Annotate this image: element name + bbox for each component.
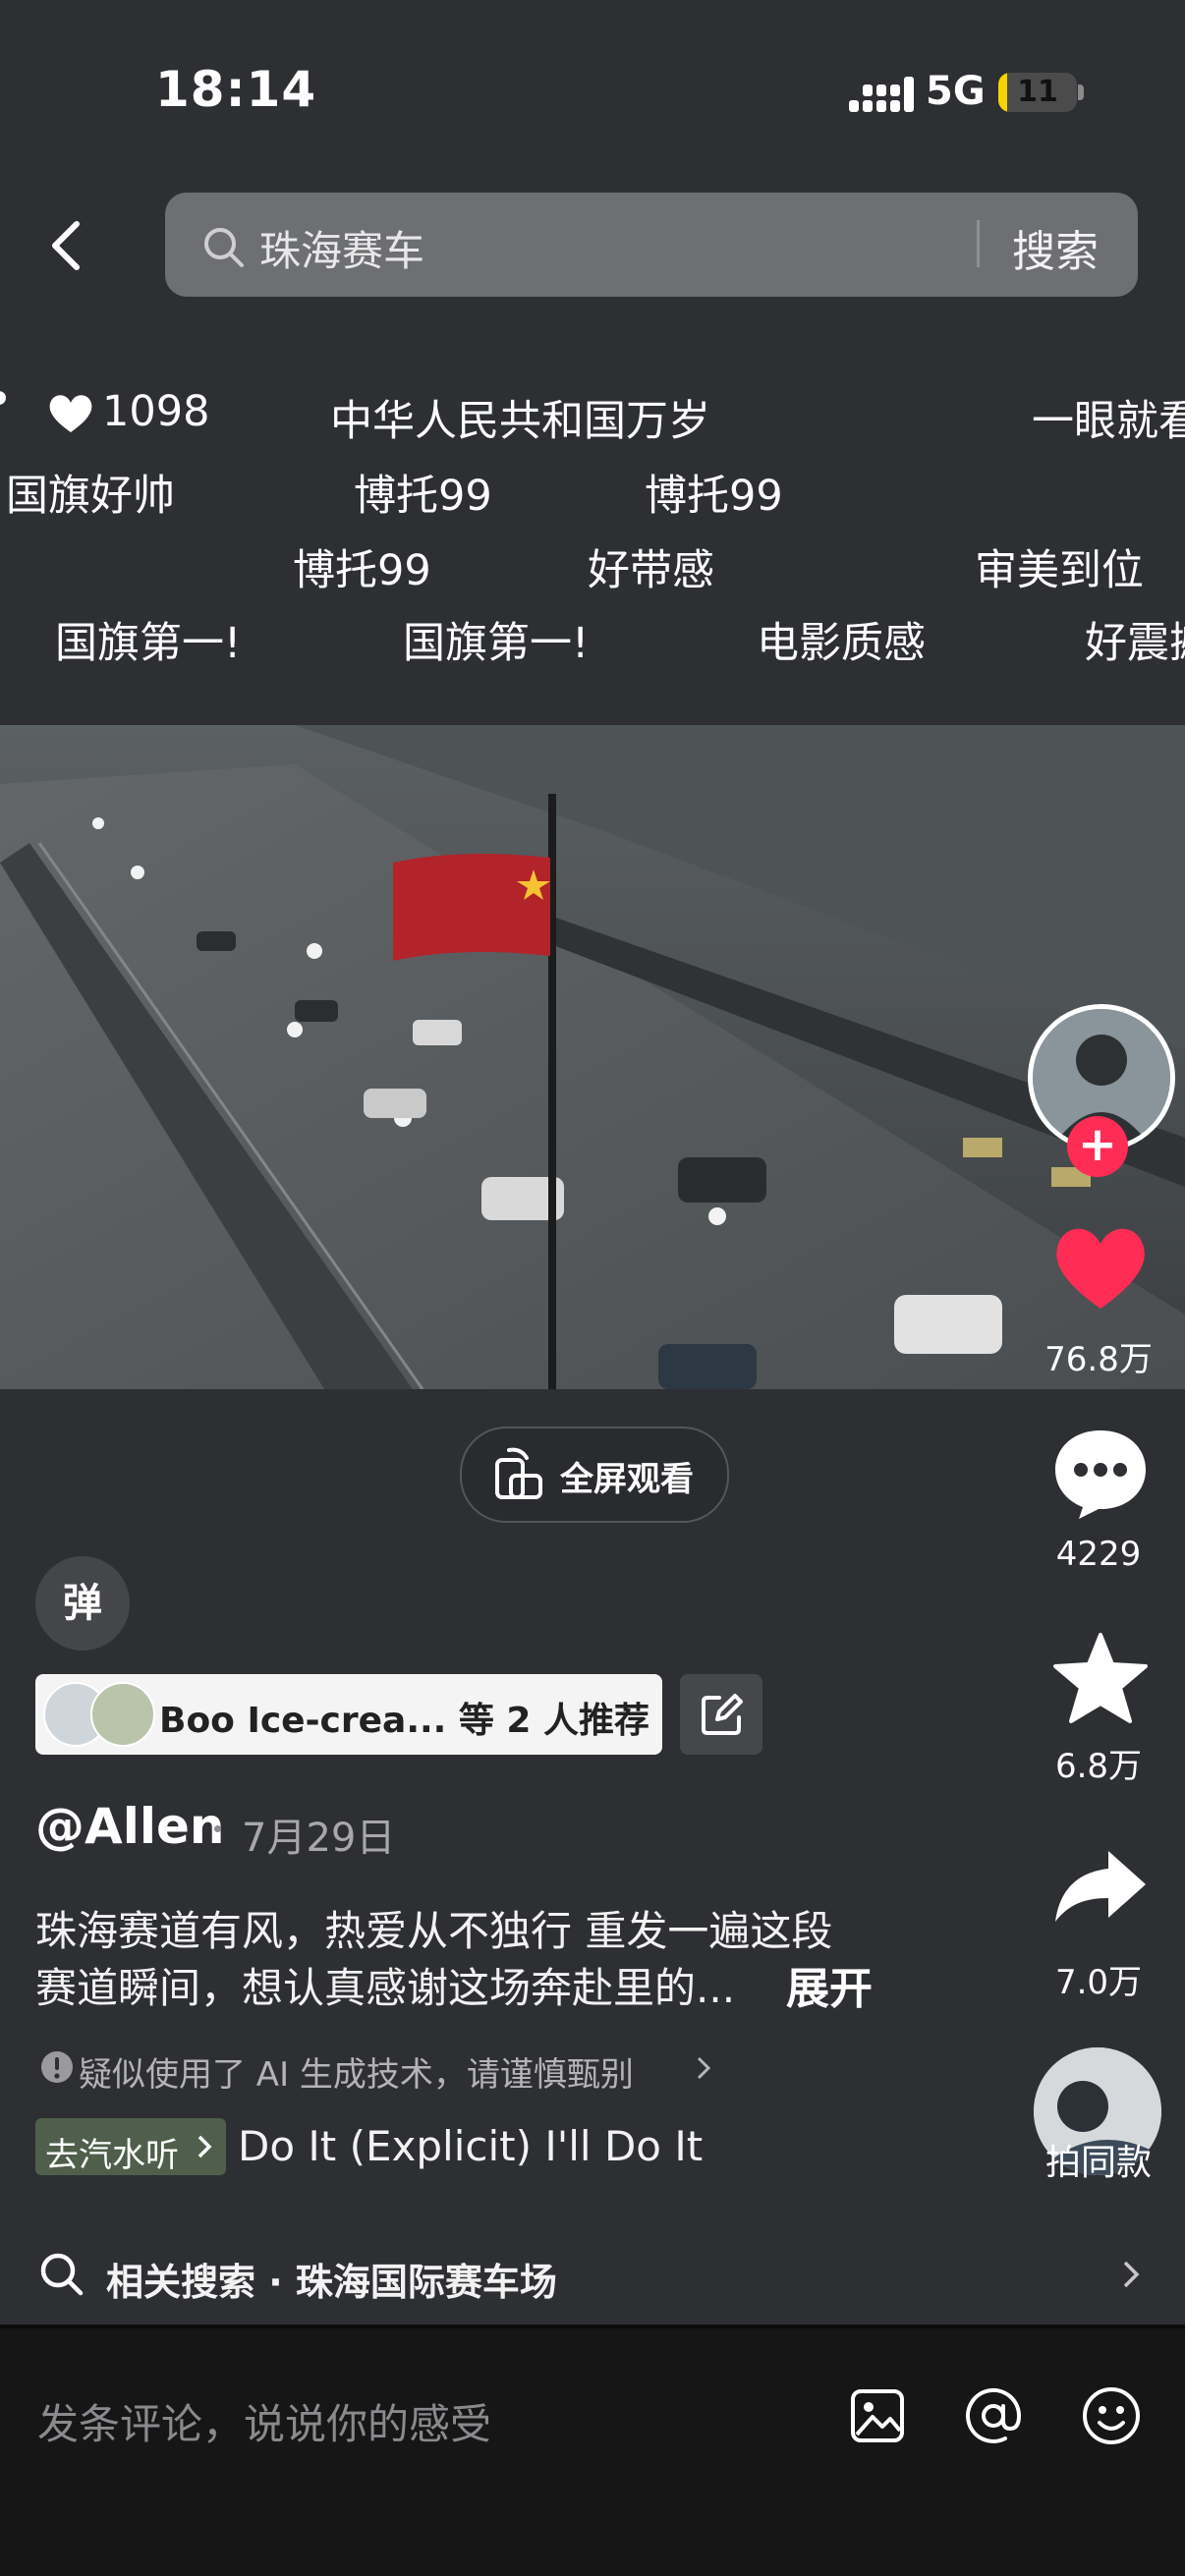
share-count: 7.0万: [1054, 1963, 1143, 2002]
rotate-screen-icon: [495, 1447, 542, 1499]
search-button[interactable]: 搜索: [1012, 216, 1099, 279]
expand-button[interactable]: 展开: [786, 1953, 873, 2016]
edit-icon: [702, 1694, 743, 1735]
search-divider: [977, 220, 980, 267]
post-description-line: 珠海赛道有风，热爱从不独行 重发一遍这段: [35, 1907, 833, 1955]
comment-icon[interactable]: [1051, 1427, 1150, 1521]
emoji-icon[interactable]: [1081, 2385, 1142, 2446]
danmu-like-count: 1098: [102, 387, 210, 436]
same-style-label[interactable]: 拍同款: [1000, 2134, 1185, 2185]
video-player[interactable]: [0, 725, 1185, 1389]
post-description-line: 赛道瞬间，想认真感谢这场奔赴里的...: [35, 1964, 736, 2012]
warning-icon: [41, 2051, 73, 2083]
danmu-item: 好震撼: [1085, 619, 1185, 668]
favorite-count: 6.8万: [1054, 1747, 1143, 1786]
chevron-right-icon: [697, 2056, 711, 2080]
danmu-toggle-button[interactable]: 弹: [35, 1556, 130, 1651]
battery-level: 11: [1017, 75, 1058, 109]
music-app-label: 去汽水听: [45, 2136, 179, 2175]
danmu-item: 审美到位: [975, 546, 1144, 595]
battery-indicator: 11: [998, 73, 1077, 112]
battery-tip: [1078, 84, 1084, 100]
like-heart-icon[interactable]: [1051, 1222, 1150, 1313]
network-label: 5G: [926, 69, 986, 114]
comment-bar: [0, 2328, 1185, 2576]
signal-icon: [849, 77, 914, 112]
comment-count: 4229: [1055, 1535, 1142, 1574]
danmu-item: 博托99: [354, 472, 492, 521]
comment-input[interactable]: 发条评论，说说你的感受: [37, 2391, 491, 2451]
recommender-avatar: [90, 1682, 155, 1747]
danmu-item: 一眼就看: [1032, 397, 1185, 446]
danmu-item: 国旗第一!: [55, 619, 242, 668]
fullscreen-label: 全屏观看: [560, 1460, 694, 1499]
favorite-star-icon[interactable]: [1051, 1631, 1150, 1725]
status-time: 18:14: [155, 61, 317, 118]
chevron-right-icon: [1123, 2261, 1140, 2288]
heart-icon: [49, 395, 92, 432]
like-count: 76.8万: [1044, 1340, 1153, 1379]
search-input[interactable]: 珠海赛车: [259, 218, 424, 278]
ai-notice[interactable]: 疑似使用了 AI 生成技术，请谨慎甄别: [79, 2047, 634, 2096]
danmu-item: 博托99: [293, 546, 431, 595]
chevron-right-icon: [198, 2135, 212, 2158]
share-arrow-icon[interactable]: [1051, 1847, 1150, 1926]
danmu-item: 好带感: [588, 546, 714, 595]
danmu-item: 博托99: [645, 472, 783, 521]
danmu-item: 中华人民共和国万岁: [330, 397, 710, 446]
danmu-item: 国旗第一!: [403, 619, 590, 668]
search-icon: [204, 228, 244, 267]
at-mention-icon[interactable]: [963, 2385, 1024, 2446]
author-name[interactable]: @Allen: [35, 1798, 224, 1855]
image-icon[interactable]: [849, 2387, 906, 2444]
recommend-text: Boo Ice-crea... 等 2 人推荐: [159, 1701, 650, 1741]
related-search-label: 相关搜索 · 珠海国际赛车场: [106, 2261, 557, 2304]
search-icon: [40, 2253, 84, 2296]
danmu-item: 国旗好帅: [6, 472, 175, 521]
back-icon[interactable]: [39, 216, 98, 275]
music-title[interactable]: Do It (Explicit) I'll Do It: [238, 2122, 703, 2170]
date-separator: [214, 1825, 221, 1832]
danmu-fragment: [0, 391, 6, 405]
follow-button[interactable]: +: [1067, 1116, 1128, 1177]
danmu-item: 电影质感: [757, 619, 926, 668]
post-date: 7月29日: [242, 1816, 396, 1861]
